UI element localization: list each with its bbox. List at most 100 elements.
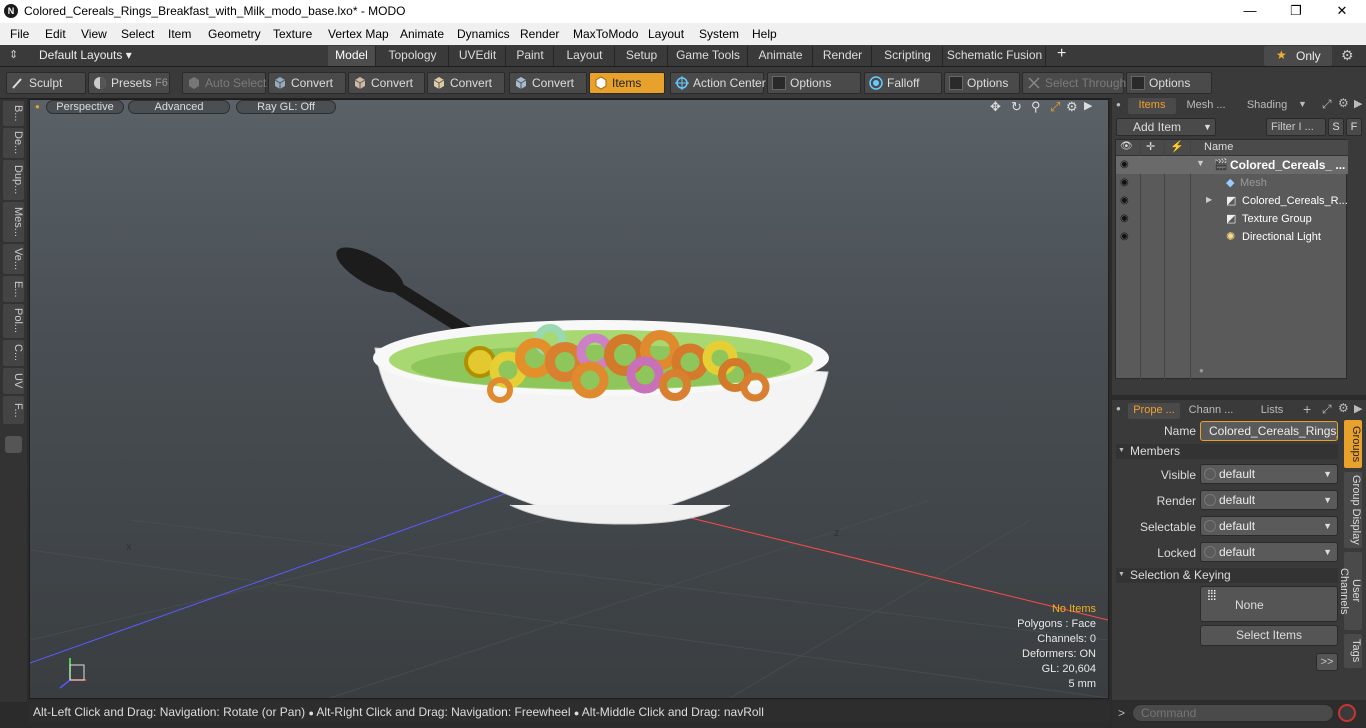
name-column-header[interactable]: Name	[1204, 141, 1233, 153]
more-button[interactable]: >>	[1316, 653, 1338, 671]
item-list[interactable]: 👁 ✛ ⚡ Name ◉ ▼ 🎬 Colored_Cereals_ ... ◉ …	[1115, 139, 1348, 380]
tab-properties[interactable]: Prope ...	[1128, 403, 1180, 419]
item-row-directional-light[interactable]: ◉ ✺ Directional Light	[1116, 228, 1348, 246]
tab-topology[interactable]: Topology	[377, 46, 449, 66]
left-tab-vertex[interactable]: Ve...	[3, 244, 24, 274]
sculpt-button[interactable]: Sculpt	[6, 72, 86, 94]
item-row-mesh[interactable]: ◉ ◆ Mesh	[1116, 174, 1348, 192]
visible-dropdown[interactable]: default ▼	[1200, 464, 1338, 484]
items-mode-button[interactable]: Items	[589, 72, 665, 94]
vtab-groups[interactable]: Groups	[1344, 420, 1362, 468]
vtab-user-channels[interactable]: User Channels	[1338, 552, 1362, 630]
menu-layout[interactable]: Layout	[648, 27, 684, 41]
close-button[interactable]: ✕	[1319, 0, 1365, 23]
search-toggle-button[interactable]: S	[1328, 118, 1344, 136]
type-column-icon[interactable]: ⚡	[1170, 140, 1184, 153]
default-layouts-dropdown[interactable]: Default Layouts ▾	[39, 48, 132, 62]
vtab-tags[interactable]: Tags	[1344, 634, 1362, 668]
left-tab-polygon[interactable]: Pol...	[3, 304, 24, 338]
left-tab-fusion[interactable]: F...	[3, 396, 24, 424]
options-button-1[interactable]: Options	[767, 72, 861, 94]
expand-arrow-icon[interactable]: ▶	[1206, 195, 1212, 204]
maximize-panel-icon[interactable]: ⤢	[1322, 402, 1332, 417]
left-tab-basic[interactable]: B...	[3, 101, 24, 126]
tab-model[interactable]: Model	[328, 46, 376, 66]
record-icon[interactable]	[1338, 704, 1356, 722]
3d-viewport[interactable]: ● Perspective Advanced Ray GL: Off ✥ ↻ ⚲…	[29, 99, 1109, 699]
only-toggle[interactable]: ★ Only	[1264, 46, 1332, 66]
select-through-button[interactable]: Select Through	[1022, 72, 1126, 94]
menu-edit[interactable]: Edit	[45, 27, 66, 41]
tab-mesh[interactable]: Mesh ...	[1180, 98, 1232, 114]
lock-column-icon[interactable]: ✛	[1146, 140, 1155, 153]
eye-icon[interactable]: ◉	[1120, 213, 1134, 225]
tab-channels[interactable]: Chann ...	[1184, 403, 1238, 419]
eye-icon[interactable]: ◉	[1120, 177, 1134, 189]
add-tab-button[interactable]: +	[1303, 401, 1311, 417]
left-tab-duplicate[interactable]: Dup...	[3, 160, 24, 200]
convert-button-4[interactable]: Convert	[509, 72, 587, 94]
none-selection-button[interactable]: ⁞⁞⁞ None	[1200, 586, 1338, 622]
panel-dot-icon[interactable]: ●	[1116, 100, 1121, 109]
menu-geometry[interactable]: Geometry	[208, 27, 261, 41]
eye-icon[interactable]: ◉	[1120, 231, 1134, 243]
menu-item[interactable]: Item	[168, 27, 191, 41]
command-input[interactable]	[1132, 704, 1334, 722]
action-center-button[interactable]: Action Center	[670, 72, 766, 94]
menu-vertex-map[interactable]: Vertex Map	[328, 27, 389, 41]
panel-more-icon[interactable]: ▶	[1354, 97, 1362, 110]
convert-button-1[interactable]: Convert	[268, 72, 346, 94]
panel-more-icon[interactable]: ▶	[1354, 402, 1362, 415]
locked-dropdown[interactable]: default ▼	[1200, 542, 1338, 562]
tab-layout[interactable]: Layout	[555, 46, 615, 66]
left-tab-edge[interactable]: E...	[3, 276, 24, 302]
tab-uvedit[interactable]: UVEdit	[450, 46, 506, 66]
scroll-handle-icon[interactable]: ●	[1199, 366, 1204, 375]
left-tab-mesh-edit[interactable]: Mes...	[3, 202, 24, 242]
menu-help[interactable]: Help	[752, 27, 777, 41]
tab-game-tools[interactable]: Game Tools	[669, 46, 748, 66]
eye-icon[interactable]: ◉	[1120, 159, 1134, 171]
menu-dynamics[interactable]: Dynamics	[457, 27, 510, 41]
panel-settings-icon[interactable]: ⚙	[1338, 401, 1349, 415]
tab-render[interactable]: Render	[814, 46, 872, 66]
panel-settings-icon[interactable]: ⚙	[1338, 96, 1349, 110]
presets-button[interactable]: Presets F6	[88, 72, 170, 94]
menu-animate[interactable]: Animate	[400, 27, 444, 41]
menu-maxtomodo[interactable]: MaxToModo	[573, 27, 638, 41]
vtab-group-display[interactable]: Group Display	[1344, 472, 1362, 548]
convert-button-2[interactable]: Convert	[348, 72, 425, 94]
menu-system[interactable]: System	[699, 27, 739, 41]
maximize-button[interactable]: ❐	[1273, 0, 1319, 23]
item-row-scene[interactable]: ◉ ▼ 🎬 Colored_Cereals_ ...	[1116, 156, 1348, 174]
panel-dot-icon[interactable]: ●	[1116, 404, 1121, 413]
tab-animate[interactable]: Animate	[749, 46, 813, 66]
falloff-button[interactable]: Falloff	[864, 72, 942, 94]
members-section[interactable]: Members	[1116, 444, 1338, 459]
select-items-button[interactable]: Select Items	[1200, 625, 1338, 646]
gear-icon[interactable]: ⚙	[1341, 47, 1354, 64]
expand-arrows-icon[interactable]: ⇕	[9, 48, 18, 61]
options-button-3[interactable]: Options	[1126, 72, 1212, 94]
render-dropdown[interactable]: default ▼	[1200, 490, 1338, 510]
left-tab-curve[interactable]: C...	[3, 340, 24, 366]
options-button-2[interactable]: Options	[944, 72, 1020, 94]
visibility-column-icon[interactable]: 👁	[1120, 141, 1133, 152]
add-item-dropdown[interactable]: Add Item ▼	[1116, 118, 1216, 136]
convert-button-3[interactable]: Convert	[427, 72, 505, 94]
maximize-panel-icon[interactable]: ⤢	[1322, 97, 1332, 112]
tab-paint[interactable]: Paint	[507, 46, 554, 66]
auto-select-button[interactable]: Auto Select	[182, 72, 266, 94]
left-tab-toggle[interactable]	[5, 436, 22, 453]
menu-select[interactable]: Select	[121, 27, 154, 41]
tab-setup[interactable]: Setup	[616, 46, 668, 66]
menu-texture[interactable]: Texture	[273, 27, 312, 41]
selection-keying-section[interactable]: Selection & Keying	[1116, 568, 1338, 583]
filter-items-input[interactable]: Filter I ...	[1266, 118, 1326, 136]
left-tab-uv[interactable]: UV	[3, 368, 24, 394]
menu-render[interactable]: Render	[520, 27, 559, 41]
tab-shading[interactable]: Shading	[1238, 98, 1296, 114]
tab-schematic-fusion[interactable]: Schematic Fusion	[944, 46, 1046, 66]
name-field[interactable]: Colored_Cereals_Rings_Br	[1200, 421, 1338, 441]
add-tab-button[interactable]: +	[1057, 45, 1066, 63]
